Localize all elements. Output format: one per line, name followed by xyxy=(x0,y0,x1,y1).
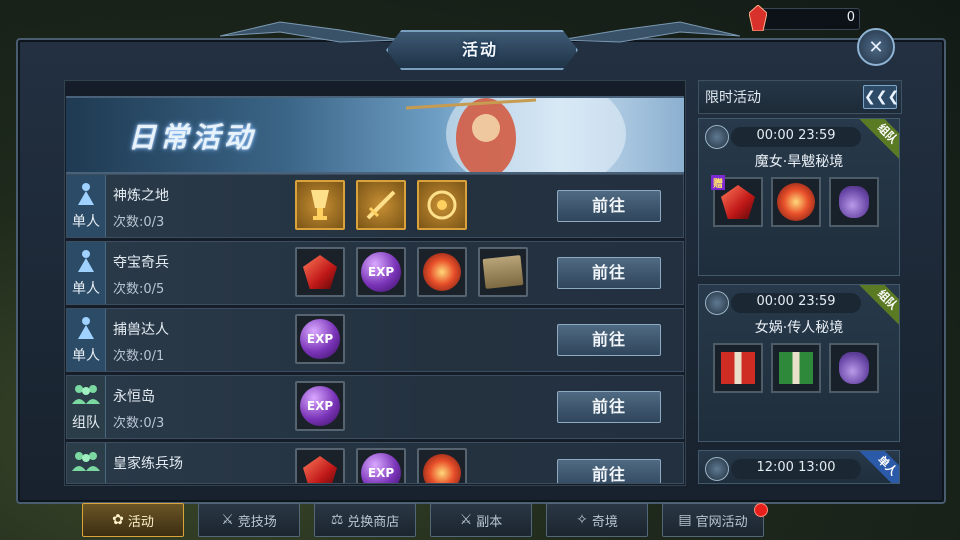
row-type-badge: 单人 xyxy=(67,242,106,304)
reward-list xyxy=(295,180,467,230)
limited-activity-title: 限时活动 xyxy=(705,90,761,106)
daily-banner-title: 日常活动 xyxy=(128,121,257,154)
event-time: 00:00 23:59 xyxy=(756,128,836,143)
gold-trophy-icon[interactable] xyxy=(295,180,345,230)
currency-value: 0 xyxy=(846,10,855,25)
reward-list: EXP xyxy=(295,247,528,297)
fire-orb-icon[interactable] xyxy=(771,177,821,227)
star-crest-icon: ✧ xyxy=(576,512,588,528)
nav-exchange-shop[interactable]: ⚖ 兑换商店 xyxy=(314,503,416,537)
notification-dot xyxy=(754,503,768,517)
activity-count: 次数:0/5 xyxy=(113,282,165,297)
nav-activity[interactable]: ✿ 活动 xyxy=(82,503,184,537)
fire-orb-icon[interactable] xyxy=(417,247,467,297)
single-player-icon xyxy=(78,183,94,205)
event-time: 12:00 13:00 xyxy=(756,460,836,475)
activity-name: 皇家练兵场 xyxy=(113,456,183,472)
activity-count: 次数:0/3 xyxy=(113,215,165,230)
clock-icon xyxy=(705,457,729,481)
activity-count: 次数:0/1 xyxy=(113,349,165,364)
green-giftbox-icon[interactable] xyxy=(771,343,821,393)
currency-bar: 0 xyxy=(749,5,860,31)
go-button[interactable]: 前往 xyxy=(557,459,661,483)
crossed-swords-icon: ⚔ xyxy=(221,512,234,528)
collapse-button[interactable]: ❮❮❮ xyxy=(863,85,900,109)
go-button[interactable]: 前往 xyxy=(557,190,661,222)
activity-row: 组队 永恒岛 次数:0/3 EXP 前往 xyxy=(66,375,684,439)
activity-row: 单人 捕兽达人 次数:0/1 EXP 前往 xyxy=(66,308,684,372)
exp-orb-icon[interactable]: EXP xyxy=(356,448,406,483)
nav-arena[interactable]: ⚔ 竞技场 xyxy=(198,503,300,537)
window-title: 活动 xyxy=(461,40,498,59)
row-type-badge xyxy=(67,443,106,483)
single-player-icon xyxy=(78,317,94,339)
activity-row: 单人 神炼之地 次数:0/3 前往 xyxy=(66,174,684,238)
close-button[interactable]: ✕ xyxy=(857,28,895,66)
right-wing-ornament xyxy=(560,21,740,43)
gift-badge: 赠 xyxy=(711,175,725,190)
purple-bag-icon[interactable] xyxy=(829,177,879,227)
nav-dungeon[interactable]: ⚔ 副本 xyxy=(430,503,532,537)
activity-name: 捕兽达人 xyxy=(113,322,169,338)
event-reward-list xyxy=(713,343,879,393)
scales-icon: ⚖ xyxy=(330,512,344,528)
activity-row: 皇家练兵场 EXP 前往 xyxy=(66,442,684,484)
book-icon: ▤ xyxy=(678,512,692,528)
row-type-badge: 单人 xyxy=(67,175,106,237)
team-icon xyxy=(72,452,100,471)
exp-orb-icon[interactable]: EXP xyxy=(295,314,345,364)
close-icon: ✕ xyxy=(868,36,884,58)
reward-list: EXP xyxy=(295,314,345,364)
limited-event-card[interactable]: 00:00 23:59 组队 魔女·旱魃秘境 赠 xyxy=(698,118,900,276)
crossed-swords-icon: ⚔ xyxy=(459,512,473,528)
exp-orb-icon[interactable]: EXP xyxy=(356,247,406,297)
red-crystal-icon xyxy=(749,5,767,31)
gold-sword-icon[interactable] xyxy=(356,180,406,230)
go-button[interactable]: 前往 xyxy=(557,324,661,356)
reward-list: EXP xyxy=(295,381,345,431)
clock-icon xyxy=(705,291,729,315)
gold-amulet-icon[interactable] xyxy=(417,180,467,230)
nav-official-events[interactable]: ▤ 官网活动 xyxy=(662,503,764,537)
red-giftbox-icon[interactable] xyxy=(713,343,763,393)
event-tag-ribbon: 单人 xyxy=(859,451,899,483)
map-scroll-icon[interactable] xyxy=(478,247,528,297)
clock-icon xyxy=(705,125,729,149)
row-type-badge: 组队 xyxy=(67,376,106,438)
activity-row: 单人 夺宝奇兵 次数:0/5 EXP 前往 xyxy=(66,241,684,305)
activity-name: 神炼之地 xyxy=(113,188,169,204)
fire-orb-icon[interactable] xyxy=(417,448,467,483)
single-player-icon xyxy=(78,250,94,272)
red-crystal-icon[interactable] xyxy=(295,247,345,297)
red-crystal-icon[interactable] xyxy=(295,448,345,483)
red-crystal-icon[interactable]: 赠 xyxy=(711,175,763,227)
reward-list: EXP xyxy=(295,448,467,483)
event-name: 女娲·传人秘境 xyxy=(754,320,844,336)
team-icon xyxy=(72,385,100,404)
triple-chevron-left-icon: ❮❮❮ xyxy=(864,89,900,105)
activity-name: 夺宝奇兵 xyxy=(113,255,169,271)
activity-name: 永恒岛 xyxy=(113,389,155,405)
go-button[interactable]: 前往 xyxy=(557,257,661,289)
event-reward-list: 赠 xyxy=(711,175,879,227)
purple-bag-icon[interactable] xyxy=(829,343,879,393)
limited-event-card[interactable]: 12:00 13:00 单人 xyxy=(698,450,900,484)
left-wing-ornament xyxy=(220,21,400,43)
exp-orb-icon[interactable]: EXP xyxy=(295,381,345,431)
event-time: 00:00 23:59 xyxy=(756,294,836,309)
event-name: 魔女·旱魃秘境 xyxy=(754,154,844,170)
row-type-badge: 单人 xyxy=(67,309,106,371)
limited-activity-header: 限时活动 ❮❮❮ xyxy=(698,80,902,114)
nav-wonderland[interactable]: ✧ 奇境 xyxy=(546,503,648,537)
go-button[interactable]: 前往 xyxy=(557,391,661,423)
activity-count: 次数:0/3 xyxy=(113,416,165,431)
flower-icon: ✿ xyxy=(112,512,124,528)
limited-event-card[interactable]: 00:00 23:59 组队 女娲·传人秘境 xyxy=(698,284,900,442)
